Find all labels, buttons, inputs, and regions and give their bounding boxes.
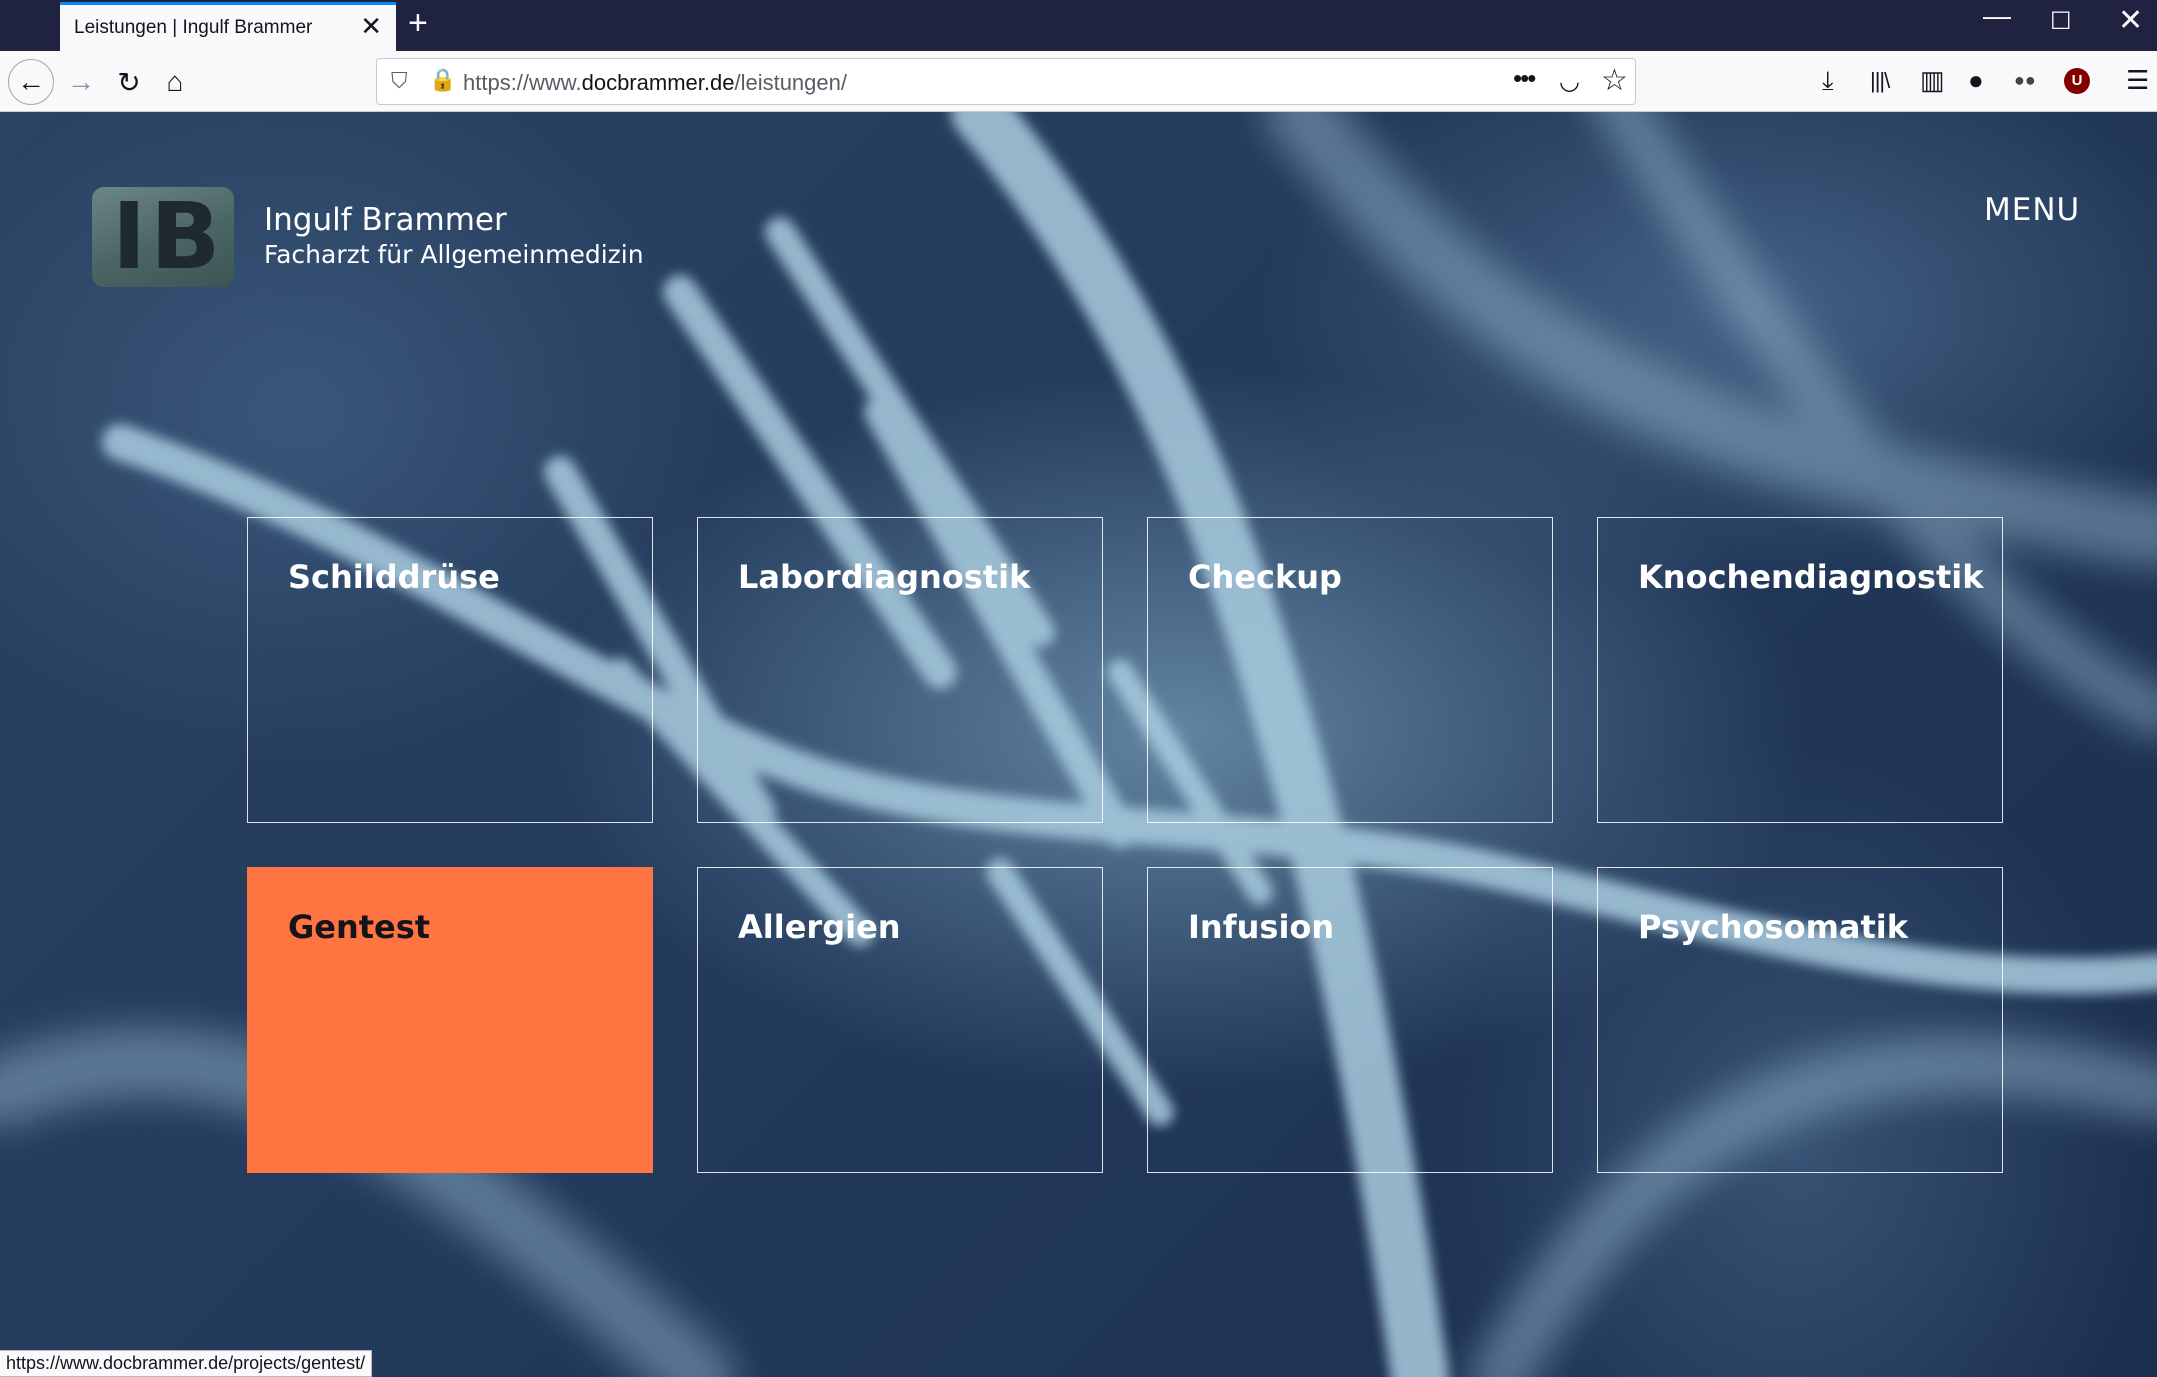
browser-titlebar: Leistungen | Ingulf Brammer ✕ + — ☐ ✕ bbox=[0, 0, 2157, 51]
extension-icon[interactable]: ●● bbox=[2014, 71, 2036, 89]
sidebar-icon[interactable]: ▥ bbox=[1920, 67, 1945, 93]
service-tile-gentest[interactable]: Gentest bbox=[247, 867, 653, 1173]
menu-button[interactable]: MENU bbox=[1984, 192, 2080, 228]
account-icon[interactable]: ● bbox=[1968, 67, 1984, 93]
service-tile-infusion[interactable]: Infusion bbox=[1147, 867, 1553, 1173]
service-tile-labordiagnostik[interactable]: Labordiagnostik bbox=[697, 517, 1103, 823]
service-tile-psychosomatik[interactable]: Psychosomatik bbox=[1597, 867, 2003, 1173]
service-tile-label: Allergien bbox=[738, 908, 901, 946]
hamburger-menu-icon[interactable]: ☰ bbox=[2126, 67, 2149, 93]
service-tile-checkup[interactable]: Checkup bbox=[1147, 517, 1553, 823]
ublock-icon[interactable]: U bbox=[2064, 68, 2090, 94]
service-tile-knochendiagnostik[interactable]: Knochendiagnostik bbox=[1597, 517, 2003, 823]
url-domain: docbrammer.de bbox=[581, 70, 735, 95]
close-tab-icon[interactable]: ✕ bbox=[360, 13, 382, 39]
back-arrow-icon[interactable]: ← bbox=[8, 59, 54, 105]
maximize-icon[interactable]: ☐ bbox=[2050, 10, 2072, 34]
bookmark-star-icon[interactable]: ☆ bbox=[1601, 63, 1628, 98]
browser-tab[interactable]: Leistungen | Ingulf Brammer ✕ bbox=[60, 2, 396, 51]
link-status-bar: https://www.docbrammer.de/projects/gente… bbox=[0, 1350, 373, 1377]
new-tab-icon[interactable]: + bbox=[408, 6, 428, 40]
browser-navbar: ← → ↻ ⌂ ⛉ 🔒 https://www.docbrammer.de/le… bbox=[0, 51, 2157, 112]
service-tile-label: Knochendiagnostik bbox=[1638, 558, 1984, 596]
service-tile-label: Gentest bbox=[288, 908, 431, 946]
service-tile-label: Labordiagnostik bbox=[738, 558, 1031, 596]
url-path: /leistungen/ bbox=[734, 70, 847, 95]
library-icon[interactable]: |||\ bbox=[1870, 70, 1890, 92]
logo-monogram: IB bbox=[112, 183, 225, 290]
url-bar[interactable]: ⛉ 🔒 https://www.docbrammer.de/leistungen… bbox=[376, 58, 1636, 105]
forward-arrow-icon[interactable]: → bbox=[60, 61, 102, 103]
service-tile-label: Psychosomatik bbox=[1638, 908, 1909, 946]
site-subtitle: Facharzt für Allgemeinmedizin bbox=[264, 240, 644, 269]
service-tile-label: Infusion bbox=[1188, 908, 1335, 946]
reload-icon[interactable]: ↻ bbox=[108, 61, 150, 103]
site-name[interactable]: Ingulf Brammer bbox=[264, 202, 507, 238]
tracking-shield-icon[interactable]: ⛉ bbox=[391, 68, 408, 94]
minimize-icon[interactable]: — bbox=[1983, 2, 2011, 30]
tab-title: Leistungen | Ingulf Brammer bbox=[74, 17, 313, 38]
service-tile-label: Schilddrüse bbox=[288, 558, 500, 596]
url-prefix: https://www. bbox=[463, 70, 582, 95]
service-tile-label: Checkup bbox=[1188, 558, 1342, 596]
logo[interactable]: IB bbox=[92, 187, 234, 287]
page-actions-icon[interactable]: ••• bbox=[1513, 63, 1536, 94]
url-text[interactable]: https://www.docbrammer.de/leistungen/ bbox=[463, 70, 847, 96]
home-icon[interactable]: ⌂ bbox=[154, 61, 196, 103]
pocket-icon[interactable]: ◡ bbox=[1559, 67, 1580, 96]
service-tile-schilddruese[interactable]: Schilddrüse bbox=[247, 517, 653, 823]
close-window-icon[interactable]: ✕ bbox=[2118, 6, 2143, 36]
downloads-icon[interactable]: ⤓ bbox=[1822, 67, 1834, 93]
service-tile-allergien[interactable]: Allergien bbox=[697, 867, 1103, 1173]
lock-icon[interactable]: 🔒 bbox=[429, 67, 456, 93]
web-page: IB Ingulf Brammer Facharzt für Allgemein… bbox=[0, 112, 2157, 1377]
